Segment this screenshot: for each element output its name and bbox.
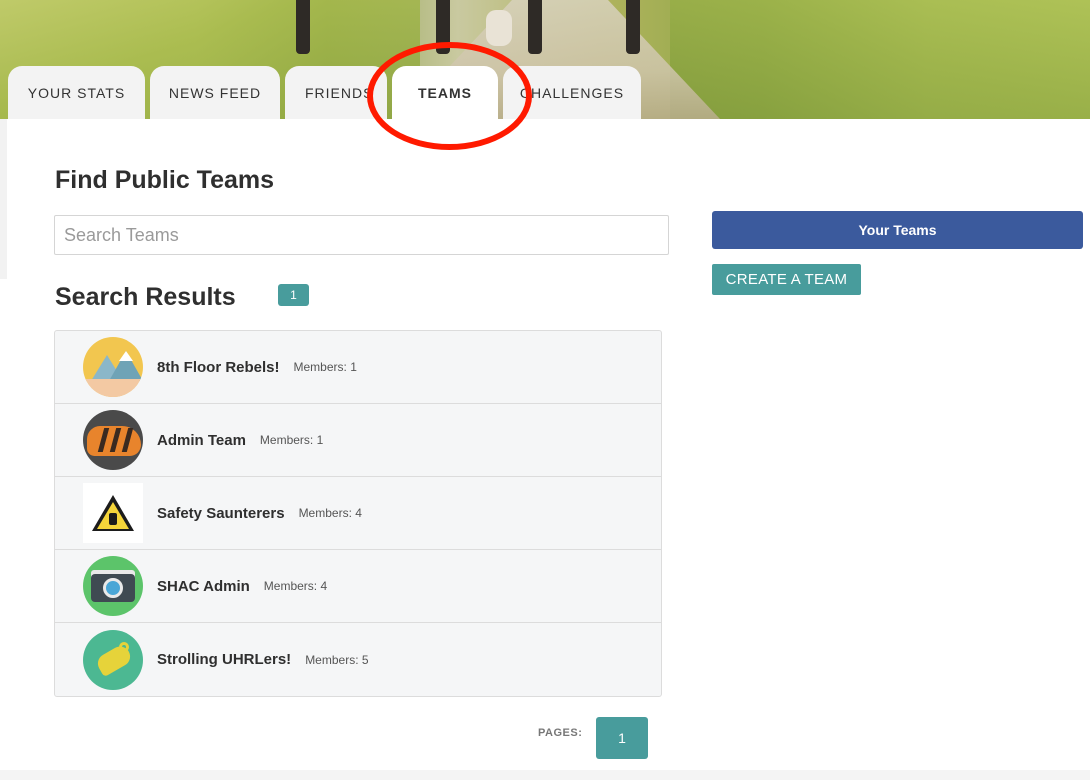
- your-teams-button[interactable]: Your Teams: [712, 211, 1083, 249]
- team-members: Members: 4: [298, 506, 362, 520]
- team-name[interactable]: Strolling UHRLers!: [157, 651, 291, 668]
- team-row[interactable]: 8th Floor Rebels! Members: 1: [55, 331, 661, 404]
- tab-your-stats[interactable]: YOUR STATS: [8, 66, 145, 119]
- team-row[interactable]: Safety Saunterers Members: 4: [55, 477, 661, 550]
- camera-icon: [83, 556, 143, 616]
- banner-runner: [626, 0, 640, 54]
- page-button[interactable]: 1: [596, 717, 648, 759]
- team-members: Members: 1: [259, 433, 324, 447]
- team-name[interactable]: Admin Team: [157, 432, 246, 449]
- banner-runner: [436, 0, 450, 54]
- team-row[interactable]: SHAC Admin Members: 4: [55, 550, 661, 623]
- search-input[interactable]: [54, 215, 669, 255]
- banner-dog: [486, 10, 512, 46]
- tab-friends[interactable]: FRIENDS: [285, 66, 387, 119]
- mountains-icon: [83, 337, 143, 397]
- results-count-badge: 1: [278, 284, 309, 306]
- page-title: Find Public Teams: [55, 166, 275, 194]
- banner-grass-right: [670, 0, 1090, 119]
- pages-label: PAGES:: [538, 727, 583, 739]
- team-name[interactable]: 8th Floor Rebels!: [157, 359, 280, 376]
- results-title: Search Results: [55, 283, 236, 311]
- team-members: Members: 5: [305, 652, 369, 667]
- tab-challenges[interactable]: CHALLENGES: [503, 66, 641, 119]
- create-team-button[interactable]: CREATE A TEAM: [712, 264, 861, 295]
- left-edge: [0, 119, 7, 279]
- caution-sign-icon: [83, 483, 143, 543]
- tab-news-feed[interactable]: NEWS FEED: [150, 66, 280, 119]
- whistle-icon: [83, 629, 143, 690]
- team-list: 8th Floor Rebels! Members: 1 Admin Team …: [54, 330, 662, 697]
- team-name[interactable]: Safety Saunterers: [157, 505, 285, 522]
- bottom-strip: [0, 770, 1090, 780]
- team-members: Members: 4: [263, 579, 328, 593]
- tiger-icon: [83, 410, 143, 470]
- team-members: Members: 1: [293, 360, 357, 374]
- tab-bar: YOUR STATS NEWS FEED FRIENDS TEAMS CHALL…: [8, 66, 641, 119]
- team-row[interactable]: Strolling UHRLers! Members: 5: [55, 623, 661, 696]
- tab-teams[interactable]: TEAMS: [392, 66, 498, 119]
- banner-runner: [296, 0, 310, 54]
- team-name[interactable]: SHAC Admin: [157, 578, 250, 595]
- banner-runner: [528, 0, 542, 54]
- team-row[interactable]: Admin Team Members: 1: [55, 404, 661, 477]
